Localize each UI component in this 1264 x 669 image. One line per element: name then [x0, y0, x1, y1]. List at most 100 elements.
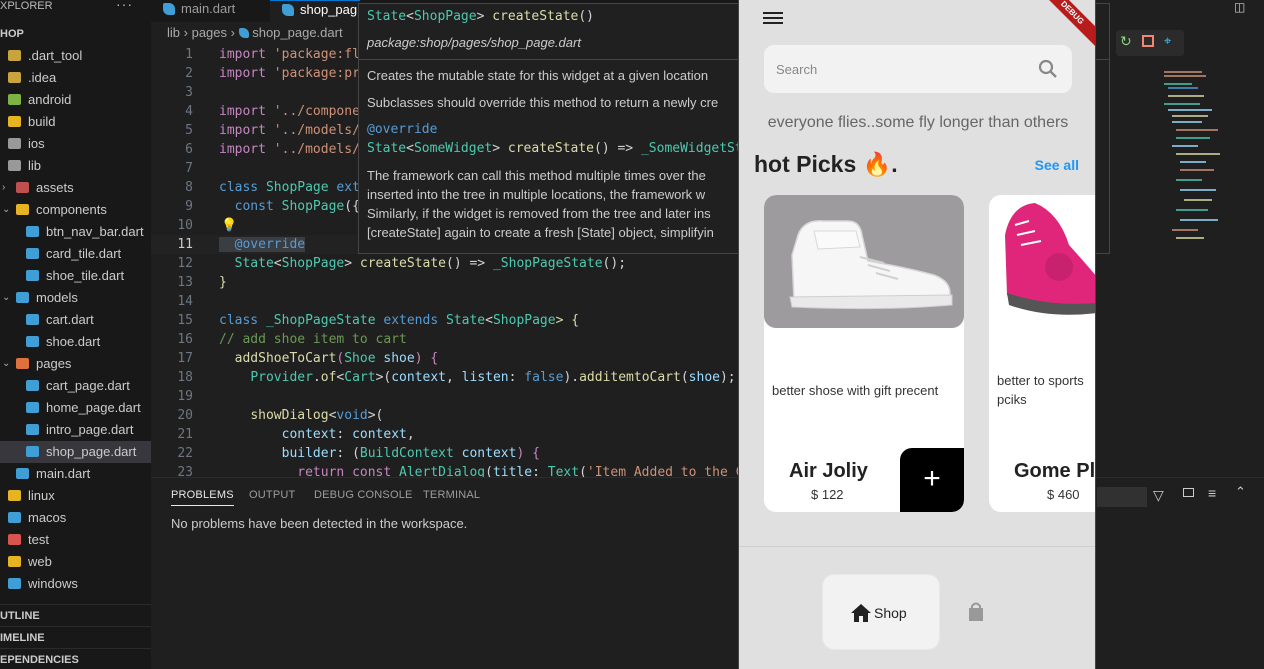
add-to-cart-button[interactable]: + [900, 448, 964, 512]
chevron-right-icon[interactable]: › [2, 177, 5, 199]
code-token: ( [680, 370, 689, 385]
code-token: Shoe [344, 351, 384, 366]
shopping-bag-icon[interactable] [966, 601, 986, 623]
tree-item[interactable]: linux [0, 485, 55, 507]
file-icon [8, 160, 21, 171]
tree-item[interactable]: build [0, 111, 55, 133]
tree-item-label: shoe.dart [46, 334, 101, 349]
breadcrumb-lib[interactable]: lib [167, 25, 180, 40]
tree-item-label: android [28, 92, 72, 107]
tree-item-label: web [28, 554, 52, 569]
line-number: 7 [185, 161, 193, 176]
code-token: BuildContext [359, 446, 462, 461]
tree-item[interactable]: android [0, 89, 71, 111]
breadcrumb-file[interactable]: shop_page.dart [252, 25, 342, 40]
file-icon [16, 292, 29, 303]
list-icon[interactable]: ≡ [1208, 485, 1216, 501]
hot-picks-heading: hot Picks 🔥. [754, 151, 898, 177]
outline-section[interactable]: UTLINE [0, 604, 151, 626]
lightbulb-icon[interactable]: 💡 [221, 217, 237, 233]
tree-item[interactable]: web [0, 551, 52, 573]
tree-item-label: macos [28, 510, 67, 525]
chevron-right-icon: › [230, 25, 239, 40]
code-token: import [219, 142, 274, 157]
code-token: State [367, 141, 407, 156]
product-name: Gome Pla [1014, 460, 1096, 482]
tree-item[interactable]: macos [0, 507, 66, 529]
tab-label: main.dart [181, 1, 236, 16]
tree-item[interactable]: cart_page.dart [0, 375, 130, 397]
tree-item[interactable]: intro_page.dart [0, 419, 133, 441]
tree-item[interactable]: shoe_tile.dart [0, 265, 124, 287]
tree-item[interactable]: › assets [0, 177, 74, 199]
tab-label: shop_pag [300, 2, 358, 17]
product-card[interactable]: better shose with gift precent Air Joliy… [764, 195, 964, 512]
tab-main-dart[interactable]: main.dart [151, 0, 269, 22]
workspace-root[interactable]: HOP [0, 23, 24, 45]
more-actions-icon[interactable]: ··· [116, 0, 133, 11]
sig-token: ShopPage [413, 9, 477, 24]
code-token: extends [383, 313, 446, 328]
code-token: false [524, 370, 564, 385]
line-number: 4 [185, 104, 193, 119]
debug-banner: DEBUG [1035, 0, 1095, 50]
tree-item[interactable]: cart.dart [0, 309, 94, 331]
breadcrumb-pages[interactable]: pages [192, 25, 227, 40]
search-bar[interactable]: Search [764, 45, 1072, 93]
search-icon[interactable] [1038, 59, 1058, 79]
code-line: 13} [151, 273, 738, 292]
collapse-all-icon[interactable] [1183, 488, 1194, 497]
stop-icon[interactable] [1142, 35, 1154, 47]
code-token: Text [547, 465, 580, 477]
tree-item[interactable]: ios [0, 133, 45, 155]
chevron-down-icon[interactable]: ⌄ [2, 353, 10, 375]
line-number: 5 [185, 123, 193, 138]
tab-problems[interactable]: PROBLEMS [171, 489, 234, 506]
tab-shop-page-dart[interactable]: shop_pag [270, 0, 360, 22]
shoe-image [989, 195, 1095, 328]
tab-debug-console[interactable]: DEBUG CONSOLE [314, 489, 413, 501]
product-card[interactable]: better to sports pciks Gome Pla $ 460 [989, 195, 1096, 512]
filter-icon[interactable]: ▽ [1153, 487, 1164, 504]
code-token: addShoeToCart [234, 351, 337, 366]
line-number: 16 [177, 332, 193, 347]
tree-item[interactable]: main.dart [0, 463, 90, 485]
minimap[interactable]: ↻ ⌖ [1096, 0, 1264, 477]
timeline-section[interactable]: IMELINE [0, 626, 151, 648]
tree-item[interactable]: btn_nav_bar.dart [0, 221, 144, 243]
tree-item[interactable]: test [0, 529, 49, 551]
tree-item[interactable]: .dart_tool [0, 45, 82, 67]
tree-item[interactable]: ⌄ models [0, 287, 78, 309]
code-token: } [219, 275, 227, 290]
tree-item[interactable]: ⌄ pages [0, 353, 71, 375]
code-line: 21 context: context, [151, 425, 738, 444]
restart-icon[interactable]: ↻ [1120, 33, 1132, 50]
tab-output[interactable]: OUTPUT [249, 489, 295, 501]
dependencies-section[interactable]: EPENDENCIES [0, 648, 151, 669]
tree-item[interactable]: shoe.dart [0, 331, 100, 353]
nav-item-shop[interactable]: Shop [822, 574, 940, 650]
see-all-link[interactable]: See all [1035, 157, 1079, 173]
tab-terminal[interactable]: TERMINAL [423, 489, 480, 501]
tree-item[interactable]: shop_page.dart [0, 441, 151, 463]
tree-item[interactable]: card_tile.dart [0, 243, 121, 265]
code-token: Provider [250, 370, 313, 385]
tree-item[interactable]: lib [0, 155, 41, 177]
split-editor-icon[interactable]: ◫ [1234, 0, 1245, 14]
menu-icon[interactable] [763, 9, 783, 27]
filter-input[interactable] [1097, 487, 1147, 507]
tree-item-label: .idea [28, 70, 57, 85]
tree-item[interactable]: home_page.dart [0, 397, 141, 419]
chevron-up-icon[interactable]: ⌃ [1235, 484, 1246, 500]
tree-item-label: windows [28, 576, 78, 591]
code-token: shoe [688, 370, 720, 385]
chevron-down-icon[interactable]: ⌄ [2, 199, 10, 221]
product-name: Air Joliy [789, 460, 868, 482]
tree-item[interactable]: ⌄ components [0, 199, 107, 221]
chevron-down-icon[interactable]: ⌄ [2, 287, 10, 309]
tree-item[interactable]: .idea [0, 67, 56, 89]
line-number: 1 [185, 47, 193, 62]
tree-item[interactable]: windows [0, 573, 78, 595]
tree-item-label: shoe_tile.dart [46, 268, 125, 283]
